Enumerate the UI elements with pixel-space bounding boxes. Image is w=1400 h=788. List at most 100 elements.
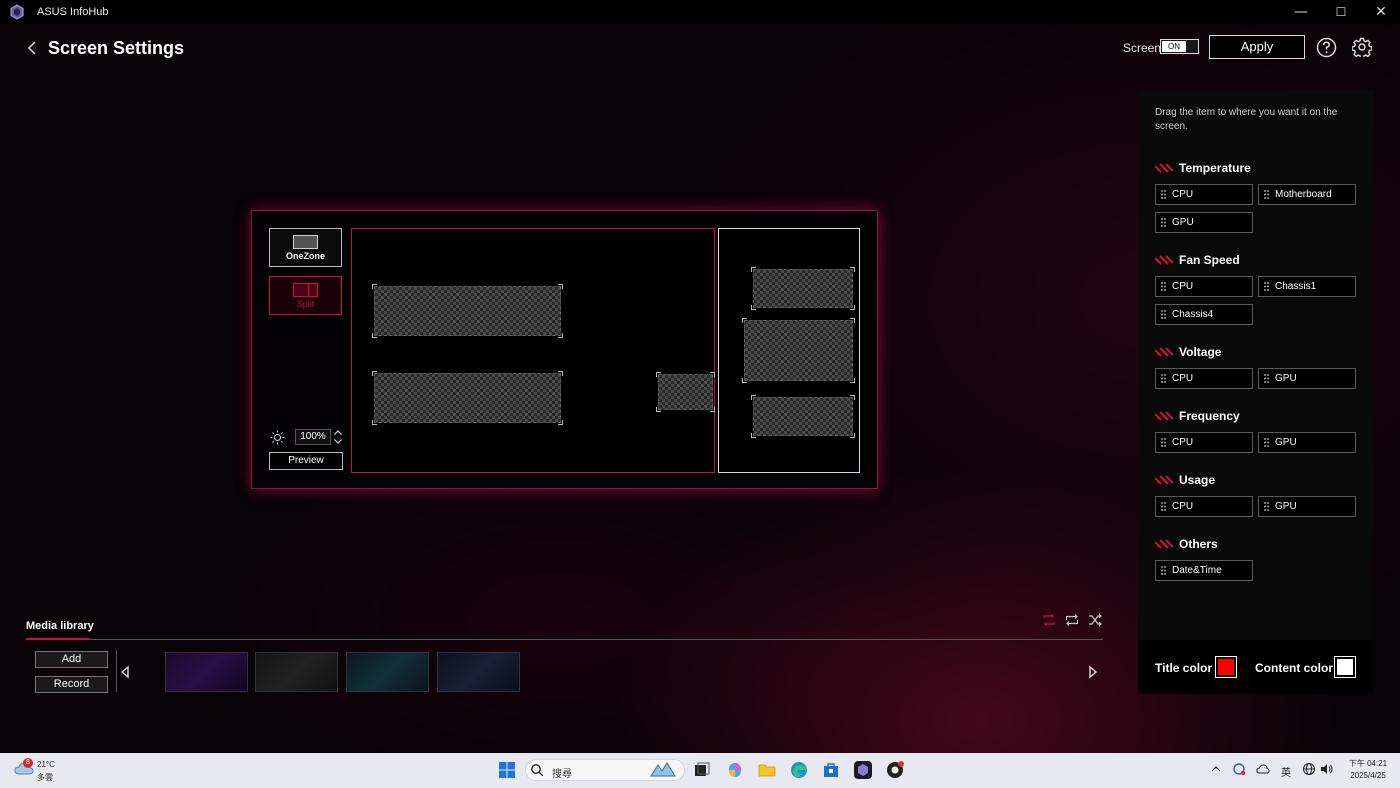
- section-stripe-icon: [1155, 475, 1173, 485]
- content-color-fill: [1337, 659, 1353, 675]
- drag-handle-icon: [1264, 190, 1269, 199]
- clock-time: 下午 04:21: [1348, 759, 1388, 768]
- preview-button[interactable]: Preview: [269, 452, 343, 470]
- drag-handle-icon: [1161, 438, 1166, 447]
- sensor-chip-date-time[interactable]: Date&Time: [1155, 560, 1253, 581]
- onezone-layout-icon: [293, 235, 318, 249]
- brightness-stepper-icon[interactable]: [333, 429, 343, 445]
- sensor-chip-temperature-cpu[interactable]: CPU: [1155, 184, 1253, 205]
- file-explorer-icon[interactable]: [757, 760, 777, 780]
- sensor-chip-temperature-motherboard[interactable]: Motherboard: [1258, 184, 1356, 205]
- split-label: Split: [296, 299, 315, 309]
- screen-label: Screen: [1123, 41, 1162, 55]
- maximize-button[interactable]: ☐: [1321, 0, 1361, 24]
- section-title-usage: Usage: [1155, 473, 1215, 487]
- media-thumbnail[interactable]: [437, 652, 520, 692]
- media-vertical-divider: [116, 650, 117, 692]
- shuffle-icon[interactable]: [1088, 613, 1102, 627]
- drag-handle-icon: [1161, 566, 1166, 575]
- sensor-chip-fan-chassis1[interactable]: Chassis1: [1258, 276, 1356, 297]
- drag-handle-icon: [1161, 282, 1166, 291]
- section-stripe-icon: [1155, 163, 1173, 173]
- windows-start-icon[interactable]: [497, 760, 517, 780]
- section-stripe-icon: [1155, 411, 1173, 421]
- settings-gear-icon[interactable]: [1352, 37, 1372, 57]
- apply-button[interactable]: Apply: [1209, 35, 1305, 59]
- sync-tray-icon[interactable]: [1232, 762, 1246, 776]
- drag-handle-icon: [1161, 374, 1166, 383]
- toggle-state: ON: [1162, 41, 1186, 52]
- armoury-crate-icon[interactable]: [885, 760, 905, 780]
- network-globe-icon[interactable]: [1302, 762, 1316, 776]
- section-stripe-icon: [1155, 255, 1173, 265]
- weather-description: 多雲: [37, 773, 53, 782]
- drag-hint-text: Drag the item to where you want it on th…: [1155, 107, 1338, 132]
- sensor-chip-fan-chassis4[interactable]: Chassis4: [1155, 304, 1253, 325]
- search-placeholder: 搜尋: [552, 769, 572, 780]
- placed-widget[interactable]: [656, 372, 715, 412]
- sensor-item-panel: [1138, 90, 1373, 694]
- cloud-tray-icon[interactable]: [1256, 762, 1270, 776]
- scroll-left-icon[interactable]: [120, 665, 130, 679]
- placed-widget[interactable]: [372, 284, 563, 338]
- section-stripe-icon: [1155, 347, 1173, 357]
- section-stripe-icon: [1155, 539, 1173, 549]
- content-color-swatch[interactable]: [1334, 656, 1356, 678]
- placed-widget[interactable]: [742, 318, 855, 383]
- layout-split-button[interactable]: Split: [269, 276, 342, 315]
- repeat-one-icon[interactable]: [1042, 613, 1056, 627]
- media-divider: [26, 639, 1103, 640]
- scroll-right-icon[interactable]: [1088, 665, 1098, 679]
- section-title-others: Others: [1155, 537, 1218, 551]
- media-thumbnail[interactable]: [165, 652, 248, 692]
- repeat-icon[interactable]: [1065, 613, 1079, 627]
- back-arrow-icon[interactable]: [24, 38, 40, 58]
- minimize-button[interactable]: —: [1281, 0, 1321, 24]
- screen-toggle[interactable]: ON: [1160, 39, 1199, 54]
- system-clock[interactable]: 下午 04:21 2025/4/25: [1344, 758, 1392, 782]
- brightness-input[interactable]: 100%: [295, 429, 331, 445]
- drag-handle-icon: [1264, 438, 1269, 447]
- section-title-voltage: Voltage: [1155, 345, 1221, 359]
- search-highlight-icon: [650, 762, 676, 777]
- title-color-swatch[interactable]: [1215, 656, 1237, 678]
- sensor-chip-voltage-cpu[interactable]: CPU: [1155, 368, 1253, 389]
- close-button[interactable]: ✕: [1361, 0, 1400, 24]
- placed-widget[interactable]: [751, 267, 855, 310]
- window-title: ASUS InfoHub: [37, 6, 109, 18]
- sensor-chip-usage-gpu[interactable]: GPU: [1258, 496, 1356, 517]
- copilot-icon[interactable]: [725, 760, 745, 780]
- layout-onezone-button[interactable]: OneZone: [269, 228, 342, 267]
- placed-widget[interactable]: [751, 395, 855, 438]
- sensor-chip-voltage-gpu[interactable]: GPU: [1258, 368, 1356, 389]
- sensor-chip-temperature-gpu[interactable]: GPU: [1155, 212, 1253, 233]
- sensor-chip-frequency-gpu[interactable]: GPU: [1258, 432, 1356, 453]
- placed-widget[interactable]: [372, 371, 563, 425]
- main-screen-zone[interactable]: [351, 228, 715, 473]
- drag-handle-icon: [1264, 282, 1269, 291]
- split-layout-icon: [293, 283, 318, 297]
- add-media-button[interactable]: Add: [35, 651, 108, 668]
- media-thumbnail[interactable]: [346, 652, 429, 692]
- sensor-chip-usage-cpu[interactable]: CPU: [1155, 496, 1253, 517]
- clock-date: 2025/4/25: [1350, 771, 1386, 780]
- sensor-chip-fan-cpu[interactable]: CPU: [1155, 276, 1253, 297]
- title-bar: ASUS InfoHub — ☐ ✕: [0, 0, 1400, 24]
- task-view-icon[interactable]: [692, 760, 712, 780]
- media-library-tab[interactable]: Media library: [26, 620, 94, 632]
- asus-infohub-taskbar-icon[interactable]: [853, 760, 873, 780]
- sensor-chip-frequency-cpu[interactable]: CPU: [1155, 432, 1253, 453]
- ime-indicator[interactable]: 英: [1281, 764, 1291, 779]
- microsoft-store-icon[interactable]: [821, 760, 841, 780]
- drag-handle-icon: [1161, 218, 1166, 227]
- page-title: Screen Settings: [48, 38, 185, 58]
- volume-icon[interactable]: [1320, 762, 1334, 776]
- weather-temperature: 21°C: [37, 760, 55, 769]
- edge-browser-icon[interactable]: [789, 760, 809, 780]
- show-hidden-icons-chevron-icon[interactable]: [1211, 764, 1221, 777]
- record-media-button[interactable]: Record: [35, 676, 108, 693]
- drag-handle-icon: [1264, 374, 1269, 383]
- help-icon[interactable]: [1316, 37, 1337, 58]
- onezone-label: OneZone: [285, 251, 325, 261]
- media-thumbnail[interactable]: [255, 652, 338, 692]
